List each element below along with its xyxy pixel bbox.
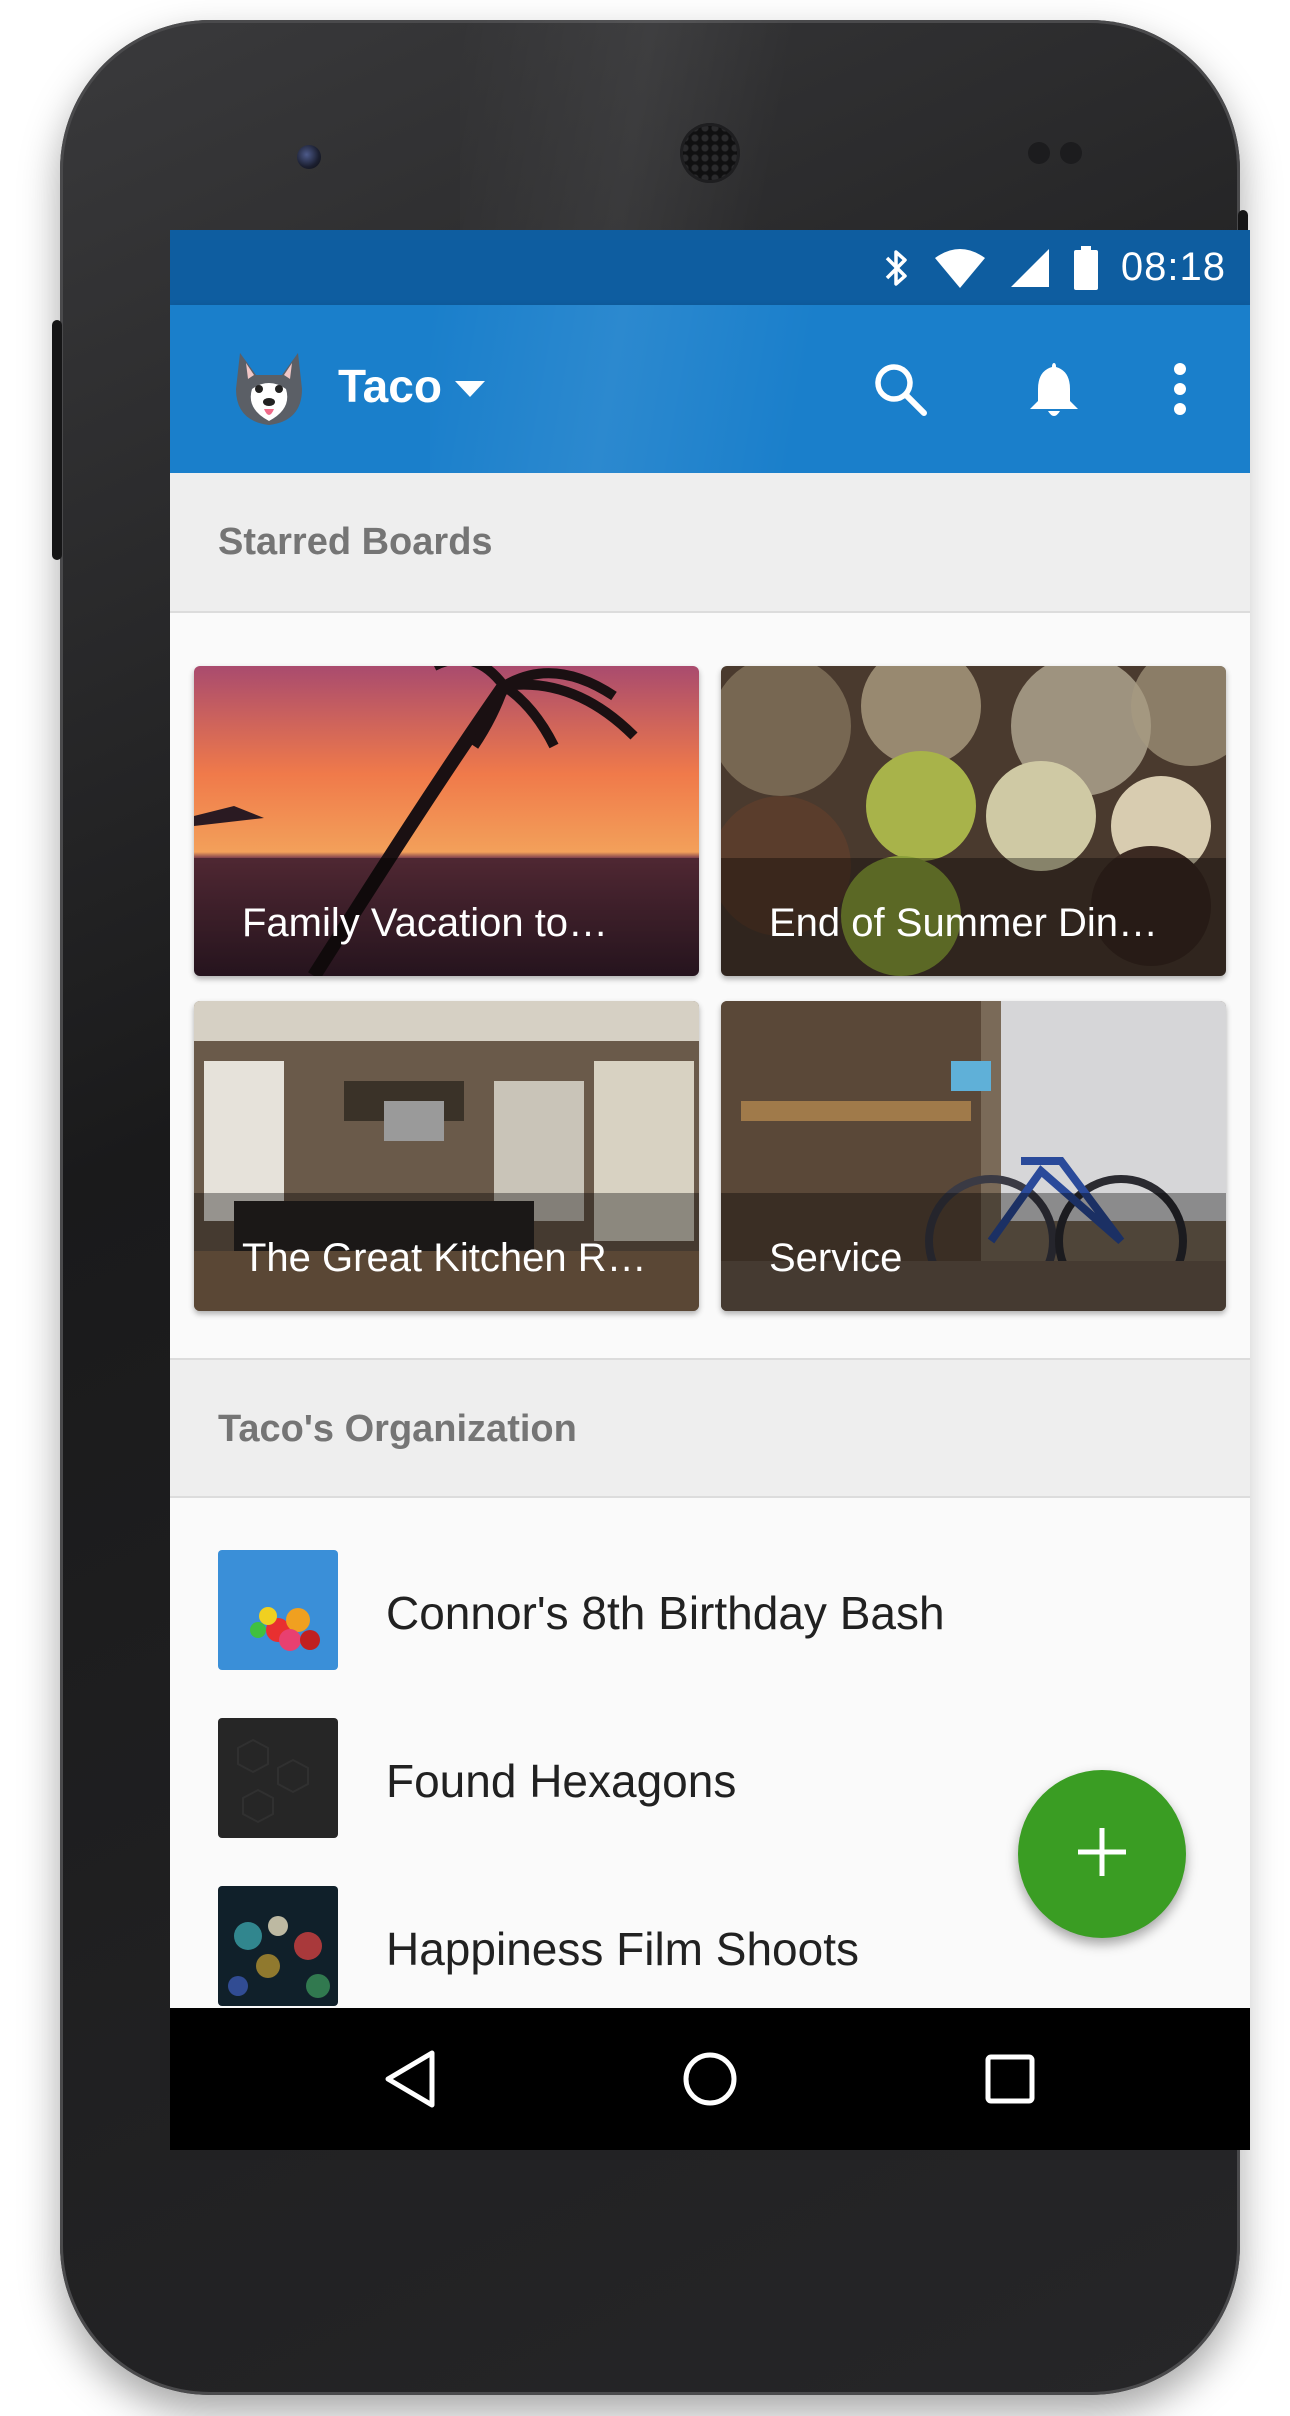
balloons-thumbnail — [218, 1550, 338, 1670]
board-name: Connor's 8th Birthday Bash — [386, 1587, 945, 1639]
status-time: 08:18 — [1120, 245, 1226, 289]
status-bar: 08:18 — [170, 230, 1250, 305]
back-icon[interactable] — [374, 2043, 446, 2115]
section-title: Taco's Organization — [218, 1408, 577, 1450]
board-name: Happiness Film Shoots — [386, 1923, 859, 1975]
speaker-grille — [680, 123, 740, 183]
board-tile[interactable]: Service — [721, 1001, 1226, 1311]
section-title: Starred Boards — [218, 521, 493, 563]
battery-icon — [1073, 245, 1099, 290]
section-header-organization: Taco's Organization — [170, 1358, 1250, 1498]
hexagons-thumbnail — [218, 1718, 338, 1838]
front-camera-icon — [297, 145, 321, 169]
bluetooth-icon — [881, 246, 911, 290]
husky-avatar-icon[interactable] — [232, 349, 306, 429]
volume-button — [52, 320, 62, 560]
board-label: Service — [769, 1236, 903, 1280]
board-label: The Great Kitchen R… — [242, 1236, 647, 1280]
account-switcher-title[interactable]: Taco — [338, 359, 442, 413]
board-label: Family Vacation to… — [242, 901, 609, 945]
sensor-dot — [1060, 142, 1082, 164]
board-name: Found Hexagons — [386, 1755, 737, 1807]
notifications-bell-icon[interactable] — [1016, 351, 1092, 427]
home-icon[interactable] — [674, 2043, 746, 2115]
app-bar: Taco — [170, 305, 1250, 473]
board-label: End of Summer Din… — [769, 901, 1159, 945]
more-vert-icon[interactable] — [1142, 351, 1218, 427]
add-board-fab[interactable] — [1018, 1770, 1186, 1938]
app-bar-glare — [430, 305, 1050, 473]
list-item[interactable]: Connor's 8th Birthday Bash — [170, 1530, 1250, 1698]
system-navigation-bar — [170, 2008, 1250, 2150]
phone-frame: 08:18 Taco Starred Boards Family Vacatio… — [52, 20, 1250, 2395]
section-header-starred: Starred Boards — [170, 473, 1250, 613]
search-icon[interactable] — [862, 351, 938, 427]
chevron-down-icon[interactable] — [455, 381, 485, 404]
cell-signal-icon — [1009, 247, 1051, 289]
screen: 08:18 Taco Starred Boards Family Vacatio… — [170, 230, 1250, 2150]
board-tile[interactable]: End of Summer Din… — [721, 666, 1226, 976]
board-tile[interactable]: Family Vacation to… — [194, 666, 699, 976]
wifi-icon — [933, 248, 987, 288]
sensor-dot — [1028, 142, 1050, 164]
bokeh-thumbnail — [218, 1886, 338, 2006]
board-tile[interactable]: The Great Kitchen R… — [194, 1001, 699, 1311]
recents-icon[interactable] — [974, 2043, 1046, 2115]
add-icon — [1076, 1826, 1128, 1883]
